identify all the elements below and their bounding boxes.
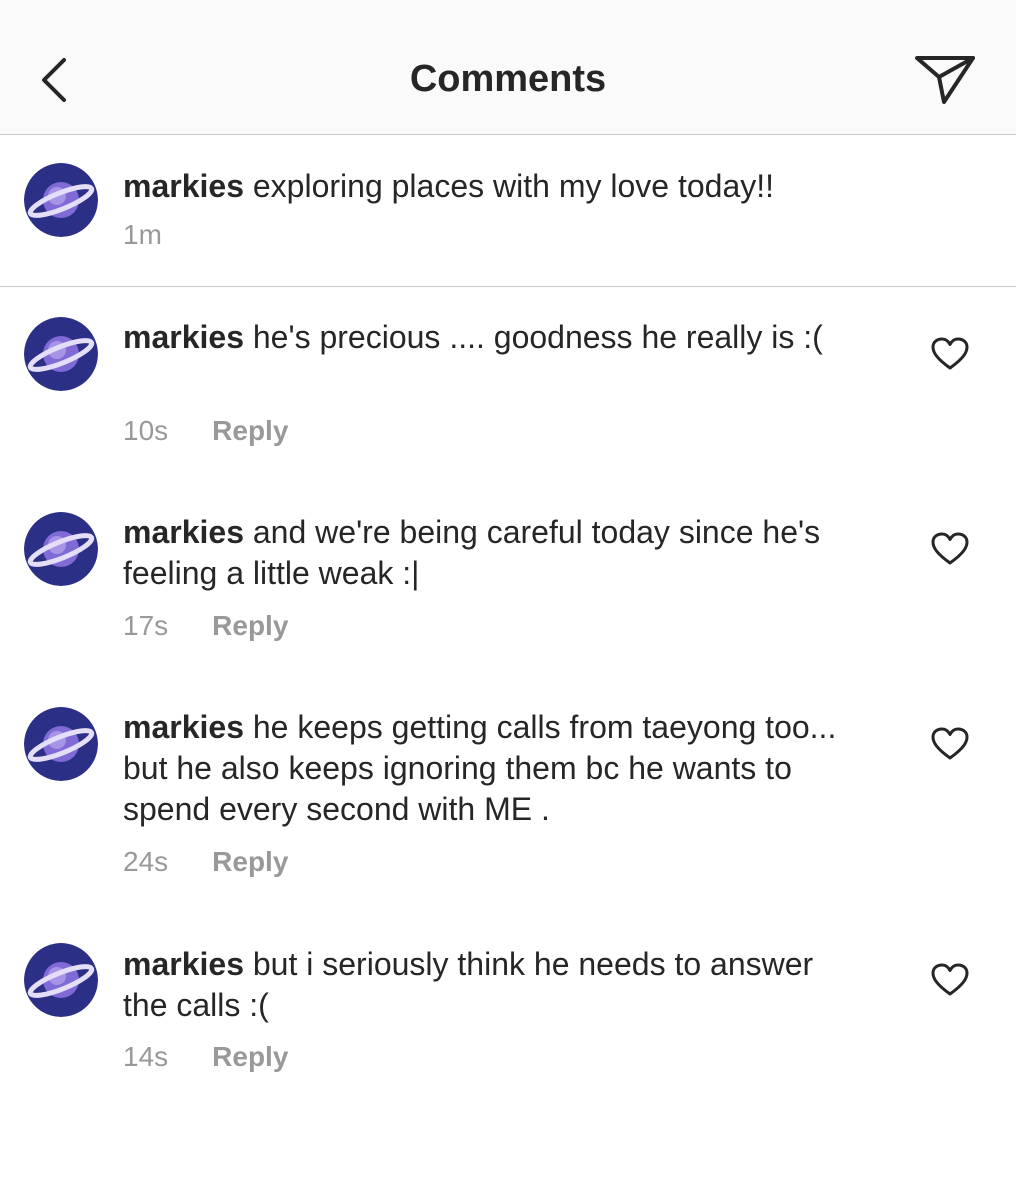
timestamp: 1m: [123, 219, 162, 250]
comment-text: markies and we're being careful today si…: [123, 512, 863, 594]
username[interactable]: markies: [123, 709, 244, 745]
planet-avatar-icon: [24, 163, 98, 237]
username[interactable]: markies: [123, 946, 244, 982]
reply-button[interactable]: Reply: [212, 610, 288, 641]
timestamp: 24s: [123, 846, 169, 877]
avatar[interactable]: [24, 317, 98, 391]
share-button[interactable]: [910, 48, 980, 110]
planet-avatar-icon: [24, 317, 98, 391]
avatar[interactable]: [24, 163, 98, 237]
like-button[interactable]: [930, 531, 970, 567]
heart-icon: [931, 727, 969, 760]
like-button[interactable]: [930, 336, 970, 372]
avatar[interactable]: [24, 943, 98, 1017]
comment-item: markies he's precious .... goodness he r…: [0, 287, 1016, 477]
comment-item: markies and we're being careful today si…: [0, 482, 1016, 672]
avatar[interactable]: [24, 512, 98, 586]
post-caption: markies exploring places with my love to…: [0, 135, 1016, 287]
planet-avatar-icon: [24, 943, 98, 1017]
reply-button[interactable]: Reply: [212, 415, 288, 446]
like-button[interactable]: [930, 962, 970, 998]
comment-item: markies he keeps getting calls from taey…: [0, 677, 1016, 907]
caption-text: markies exploring places with my love to…: [123, 166, 863, 207]
timestamp: 14s: [123, 1041, 169, 1072]
planet-avatar-icon: [24, 512, 98, 586]
heart-icon: [931, 337, 969, 370]
comment-text: markies he keeps getting calls from taey…: [123, 707, 863, 830]
paper-plane-icon: [915, 56, 975, 104]
username[interactable]: markies: [123, 319, 244, 355]
heart-icon: [931, 963, 969, 996]
header-bar: Comments: [0, 0, 1016, 135]
reply-button[interactable]: Reply: [212, 846, 288, 877]
comment-meta: 17s Reply: [123, 610, 288, 642]
timestamp: 17s: [123, 610, 169, 641]
caption-body: exploring places with my love today!!: [252, 168, 775, 204]
like-button[interactable]: [930, 726, 970, 762]
comment-meta: 10s Reply: [123, 415, 288, 447]
comment-body: he's precious .... goodness he really is…: [252, 319, 823, 355]
timestamp: 10s: [123, 415, 169, 446]
comment-meta: 14s Reply: [123, 1041, 288, 1073]
comment-item: markies but i seriously think he needs t…: [0, 913, 1016, 1103]
comment-meta: 24s Reply: [123, 846, 288, 878]
caption-meta: 1m: [123, 219, 162, 251]
heart-icon: [931, 532, 969, 565]
planet-avatar-icon: [24, 707, 98, 781]
reply-button[interactable]: Reply: [212, 1041, 288, 1072]
page-title: Comments: [409, 58, 607, 100]
comment-text: markies but i seriously think he needs t…: [123, 944, 863, 1026]
username[interactable]: markies: [123, 514, 244, 550]
avatar[interactable]: [24, 707, 98, 781]
username[interactable]: markies: [123, 168, 244, 204]
comment-text: markies he's precious .... goodness he r…: [123, 317, 863, 358]
